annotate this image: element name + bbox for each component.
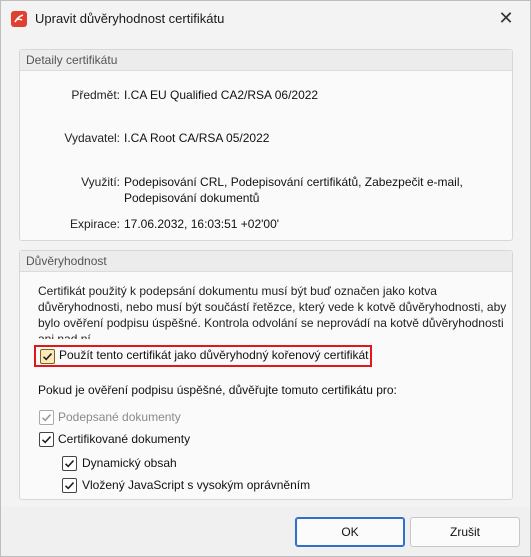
expiry-value: 17.06.2032, 16:03:51 +02'00' <box>124 217 280 231</box>
certified-docs-checkbox[interactable] <box>39 432 54 447</box>
window-title: Upravit důvěryhodnost certifikátu <box>35 11 225 26</box>
certificate-details-group: Detaily certifikátu Předmět: I.CA EU Qua… <box>19 49 513 241</box>
checkmark-icon <box>41 436 52 444</box>
usage-value-line2: Podepisování dokumentů <box>124 191 260 205</box>
checkmark-icon <box>42 353 53 361</box>
dynamic-content-label[interactable]: Dynamický obsah <box>82 456 177 470</box>
cancel-button[interactable]: Zrušit <box>410 517 520 547</box>
usage-label: Využití: <box>81 175 120 189</box>
trust-explanation-line: ani nad ní. <box>38 332 95 339</box>
details-group-header: Detaily certifikátu <box>20 50 512 71</box>
ok-button[interactable]: OK <box>295 517 405 547</box>
root-cert-checkbox[interactable] <box>40 349 55 364</box>
javascript-label[interactable]: Vložený JavaScript s vysokým oprávněním <box>82 478 310 492</box>
root-cert-checkbox-label[interactable]: Použít tento certifikát jako důvěryhodný… <box>59 348 369 362</box>
close-icon[interactable]: ✕ <box>496 8 516 28</box>
usage-value-line1: Podepisování CRL, Podepisování certifiká… <box>124 175 463 189</box>
issuer-label: Vydavatel: <box>64 131 120 145</box>
certified-docs-label[interactable]: Certifikované dokumenty <box>58 432 190 446</box>
trust-group-header: Důvěryhodnost <box>20 251 512 272</box>
trust-group: Důvěryhodnost Certifikát použitý k podep… <box>19 250 513 500</box>
checkmark-icon <box>41 414 52 422</box>
subject-value: I.CA EU Qualified CA2/RSA 06/2022 <box>124 88 319 102</box>
title-bar[interactable]: Upravit důvěryhodnost certifikátu ✕ <box>1 1 530 35</box>
subject-label: Předmět: <box>71 88 120 102</box>
trust-explanation-line: Certifikát použitý k podepsání dokumentu… <box>38 284 437 298</box>
checkmark-icon <box>64 460 75 468</box>
signed-docs-checkbox <box>39 410 54 425</box>
expiry-label: Expirace: <box>69 217 120 231</box>
dialog-footer: OK Zrušit <box>1 507 530 556</box>
trust-explanation-line: důvěryhodnosti, nebo musí být součástí ř… <box>38 300 507 314</box>
app-icon <box>11 11 27 27</box>
dialog-window: Upravit důvěryhodnost certifikátu ✕ Deta… <box>0 0 531 557</box>
javascript-checkbox[interactable] <box>62 478 77 493</box>
dynamic-content-checkbox[interactable] <box>62 456 77 471</box>
trust-explanation-line: bylo ověření podpisu úspěšné. Kontrola o… <box>38 316 504 330</box>
checkmark-icon <box>64 482 75 490</box>
issuer-value: I.CA Root CA/RSA 05/2022 <box>124 131 270 145</box>
signed-docs-label: Podepsané dokumenty <box>58 410 181 424</box>
trust-explanation: Certifikát použitý k podepsání dokumentu… <box>38 283 512 339</box>
if-success-text: Pokud je ověření podpisu úspěšné, důvěřu… <box>38 383 397 397</box>
